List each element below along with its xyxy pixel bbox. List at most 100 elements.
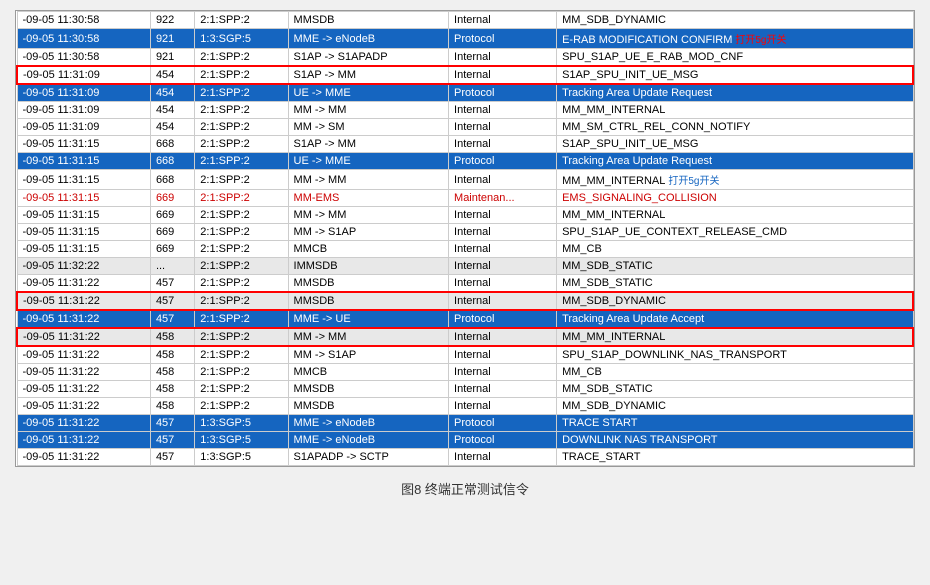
table-row[interactable]: -09-05 11:31:224571:3:SGP:5MME -> eNodeB… — [17, 415, 913, 432]
cell-desc: SPU_S1AP_DOWNLINK_NAS_TRANSPORT — [557, 346, 913, 364]
cell-num: 458 — [150, 346, 194, 364]
table-row[interactable]: -09-05 11:32:22...2:1:SPP:2IMMSDBInterna… — [17, 258, 913, 275]
cell-source: 2:1:SPP:2 — [195, 258, 288, 275]
cell-source: 2:1:SPP:2 — [195, 346, 288, 364]
cell-num: 457 — [150, 415, 194, 432]
cell-time: -09-05 11:31:09 — [17, 66, 150, 84]
cell-msg: MM -> MM — [288, 207, 449, 224]
cell-type: Internal — [449, 207, 557, 224]
table-row[interactable]: -09-05 11:31:224572:1:SPP:2MME -> UEProt… — [17, 310, 913, 328]
cell-desc: DOWNLINK NAS TRANSPORT — [557, 432, 913, 449]
cell-desc: Tracking Area Update Accept — [557, 310, 913, 328]
cell-time: -09-05 11:30:58 — [17, 29, 150, 49]
cell-time: -09-05 11:30:58 — [17, 12, 150, 29]
cell-time: -09-05 11:31:22 — [17, 346, 150, 364]
cell-msg: UE -> MME — [288, 84, 449, 102]
cell-type: Protocol — [449, 153, 557, 170]
cell-desc: Tracking Area Update Request — [557, 153, 913, 170]
cell-source: 2:1:SPP:2 — [195, 328, 288, 346]
cell-source: 2:1:SPP:2 — [195, 381, 288, 398]
cell-type: Internal — [449, 66, 557, 84]
table-row[interactable]: -09-05 11:31:156692:1:SPP:2MM-EMSMainten… — [17, 190, 913, 207]
cell-num: 669 — [150, 207, 194, 224]
table-row[interactable]: -09-05 11:31:156692:1:SPP:2MM -> MMInter… — [17, 207, 913, 224]
cell-source: 2:1:SPP:2 — [195, 292, 288, 310]
cell-num: 457 — [150, 292, 194, 310]
cell-msg: MMSDB — [288, 275, 449, 293]
cell-desc: S1AP_SPU_INIT_UE_MSG — [557, 136, 913, 153]
cell-source: 2:1:SPP:2 — [195, 207, 288, 224]
cell-type: Protocol — [449, 310, 557, 328]
cell-source: 2:1:SPP:2 — [195, 136, 288, 153]
cell-desc: MM_CB — [557, 241, 913, 258]
cell-msg: MME -> eNodeB — [288, 415, 449, 432]
cell-msg: MM -> MM — [288, 102, 449, 119]
table-row[interactable]: -09-05 11:31:156692:1:SPP:2MM -> S1APInt… — [17, 224, 913, 241]
cell-desc: TRACE START — [557, 415, 913, 432]
table-row[interactable]: -09-05 11:31:094542:1:SPP:2S1AP -> MMInt… — [17, 66, 913, 84]
cell-time: -09-05 11:31:15 — [17, 224, 150, 241]
cell-num: 669 — [150, 190, 194, 207]
cell-type: Internal — [449, 328, 557, 346]
cell-time: -09-05 11:31:22 — [17, 415, 150, 432]
table-row[interactable]: -09-05 11:30:589211:3:SGP:5MME -> eNodeB… — [17, 29, 913, 49]
cell-num: 454 — [150, 102, 194, 119]
table-row[interactable]: -09-05 11:31:224582:1:SPP:2MMCBInternalM… — [17, 364, 913, 381]
table-row[interactable]: -09-05 11:31:156682:1:SPP:2S1AP -> MMInt… — [17, 136, 913, 153]
table-row[interactable]: -09-05 11:31:094542:1:SPP:2MM -> MMInter… — [17, 102, 913, 119]
cell-type: Internal — [449, 102, 557, 119]
cell-num: 668 — [150, 170, 194, 190]
cell-msg: S1AP -> MM — [288, 66, 449, 84]
table-row[interactable]: -09-05 11:30:589212:1:SPP:2S1AP -> S1APA… — [17, 49, 913, 67]
cell-num: 669 — [150, 241, 194, 258]
table-row[interactable]: -09-05 11:31:094542:1:SPP:2MM -> SMInter… — [17, 119, 913, 136]
table-row[interactable]: -09-05 11:31:224571:3:SGP:5MME -> eNodeB… — [17, 432, 913, 449]
cell-num: 457 — [150, 449, 194, 466]
cell-num: ... — [150, 258, 194, 275]
table-row[interactable]: -09-05 11:31:224582:1:SPP:2MM -> S1APInt… — [17, 346, 913, 364]
cell-source: 2:1:SPP:2 — [195, 241, 288, 258]
table-row[interactable]: -09-05 11:31:156682:1:SPP:2MM -> MMInter… — [17, 170, 913, 190]
table-row[interactable]: -09-05 11:31:224582:1:SPP:2MM -> MMInter… — [17, 328, 913, 346]
table-row[interactable]: -09-05 11:31:156692:1:SPP:2MMCBInternalM… — [17, 241, 913, 258]
table-row[interactable]: -09-05 11:31:224572:1:SPP:2MMSDBInternal… — [17, 292, 913, 310]
cell-source: 2:1:SPP:2 — [195, 190, 288, 207]
cell-source: 1:3:SGP:5 — [195, 29, 288, 49]
cell-desc: MM_SDB_DYNAMIC — [557, 398, 913, 415]
cell-desc: MM_MM_INTERNAL — [557, 207, 913, 224]
table-row[interactable]: -09-05 11:31:224572:1:SPP:2MMSDBInternal… — [17, 275, 913, 293]
cell-source: 2:1:SPP:2 — [195, 398, 288, 415]
cell-desc: Tracking Area Update Request — [557, 84, 913, 102]
table-row[interactable]: -09-05 11:31:094542:1:SPP:2UE -> MMEProt… — [17, 84, 913, 102]
cell-time: -09-05 11:31:22 — [17, 328, 150, 346]
cell-source: 2:1:SPP:2 — [195, 49, 288, 67]
table-row[interactable]: -09-05 11:31:224571:3:SGP:5S1APADP -> SC… — [17, 449, 913, 466]
table-row[interactable]: -09-05 11:31:224582:1:SPP:2MMSDBInternal… — [17, 398, 913, 415]
cell-msg: S1AP -> S1APADP — [288, 49, 449, 67]
cell-time: -09-05 11:31:15 — [17, 153, 150, 170]
cell-msg: MMSDB — [288, 12, 449, 29]
cell-source: 2:1:SPP:2 — [195, 119, 288, 136]
table-row[interactable]: -09-05 11:31:224582:1:SPP:2MMSDBInternal… — [17, 381, 913, 398]
annotation-text: 打开5g开关 — [668, 176, 719, 187]
cell-desc: MM_CB — [557, 364, 913, 381]
cell-time: -09-05 11:32:22 — [17, 258, 150, 275]
cell-type: Protocol — [449, 84, 557, 102]
cell-time: -09-05 11:31:15 — [17, 136, 150, 153]
cell-time: -09-05 11:31:22 — [17, 381, 150, 398]
cell-source: 1:3:SGP:5 — [195, 415, 288, 432]
table-row[interactable]: -09-05 11:30:589222:1:SPP:2MMSDBInternal… — [17, 12, 913, 29]
cell-num: 454 — [150, 66, 194, 84]
cell-type: Internal — [449, 49, 557, 67]
cell-time: -09-05 11:31:15 — [17, 170, 150, 190]
cell-msg: MM-EMS — [288, 190, 449, 207]
cell-msg: MME -> eNodeB — [288, 432, 449, 449]
cell-type: Internal — [449, 12, 557, 29]
cell-num: 669 — [150, 224, 194, 241]
table-row[interactable]: -09-05 11:31:156682:1:SPP:2UE -> MMEProt… — [17, 153, 913, 170]
cell-time: -09-05 11:31:22 — [17, 432, 150, 449]
cell-msg: MME -> eNodeB — [288, 29, 449, 49]
cell-msg: S1APADP -> SCTP — [288, 449, 449, 466]
cell-num: 458 — [150, 381, 194, 398]
cell-source: 1:3:SGP:5 — [195, 449, 288, 466]
